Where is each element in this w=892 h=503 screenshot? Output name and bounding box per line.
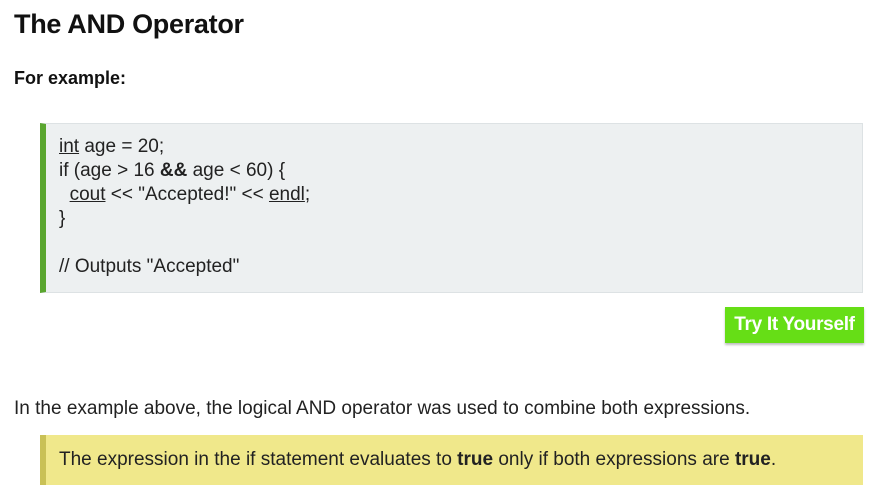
code-text: ; (304, 184, 311, 205)
keyword-int[interactable]: int (59, 136, 79, 157)
try-it-yourself-button[interactable]: Try It Yourself (725, 307, 864, 343)
keyword-cout[interactable]: cout (70, 184, 106, 205)
example-label: For example: (14, 68, 127, 88)
code-line-1: int age = 20; (59, 135, 862, 159)
keyword-endl[interactable]: endl (269, 184, 305, 205)
code-line-4: } (59, 208, 66, 229)
code-text: age < 60) { (187, 160, 286, 181)
note-text: . (770, 449, 777, 470)
code-line-3: cout << "Accepted!" << endl; (59, 183, 862, 207)
code-text: << "Accepted!" << (105, 184, 269, 205)
note-box: The expression in the if statement evalu… (40, 435, 863, 485)
explanation-text: In the example above, the logical AND op… (14, 398, 751, 419)
code-text: if (age > 16 (59, 160, 160, 181)
page-title: The AND Operator (14, 9, 244, 39)
note-bold-true-2: true (734, 449, 771, 470)
and-operator: && (159, 160, 188, 181)
note-text: only if both expressions are (493, 449, 735, 470)
code-text: age = 20; (79, 136, 165, 157)
code-line-6: // Outputs "Accepted" (59, 256, 240, 277)
note-text: The expression in the if statement evalu… (59, 449, 458, 470)
note-bold-true-1: true (457, 449, 494, 470)
code-line-2: if (age > 16 && age < 60) { (59, 159, 862, 183)
code-block: int age = 20; if (age > 16 && age < 60) … (40, 123, 863, 293)
